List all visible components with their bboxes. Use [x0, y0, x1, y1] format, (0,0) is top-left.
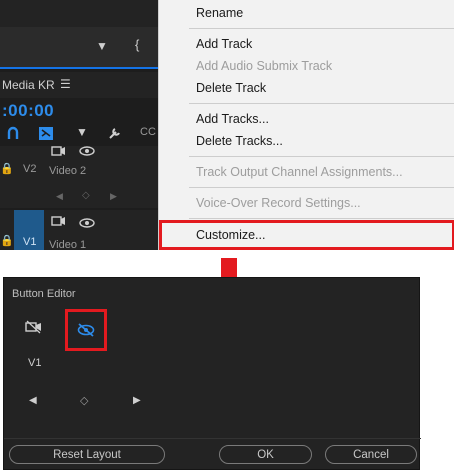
- snap-icon[interactable]: [6, 126, 20, 140]
- sync-lock-icon[interactable]: [51, 144, 67, 158]
- track-v2: 🔒 V2 Video 2 ◀ ◇ ▶: [0, 146, 158, 208]
- sequence-name[interactable]: Media KR: [2, 78, 55, 92]
- timeline-panel: ▼ { Media KR ☰ :00:00 ▼ CC 🔒 V2 Video 2: [0, 0, 158, 250]
- sync-lock-icon[interactable]: [25, 320, 43, 334]
- menu-item-add-track[interactable]: Add Track: [196, 37, 252, 51]
- menu-item-rename[interactable]: Rename: [196, 6, 243, 20]
- add-marker-icon[interactable]: ▼: [76, 125, 88, 139]
- panel-toolbar-strip: [0, 0, 158, 27]
- reset-layout-button[interactable]: Reset Layout: [9, 445, 165, 464]
- marker-icon[interactable]: ▼: [96, 39, 108, 53]
- prev-keyframe-icon[interactable]: ◀: [29, 395, 37, 406]
- cancel-button[interactable]: Cancel: [325, 445, 417, 464]
- add-keyframe-icon[interactable]: ◇: [80, 394, 88, 407]
- menu-separator: [189, 187, 454, 188]
- menu-item-add-audio-submix-track: Add Audio Submix Track: [196, 59, 333, 73]
- track-label: V1: [28, 357, 42, 369]
- menu-item-delete-tracks[interactable]: Delete Tracks...: [196, 134, 283, 148]
- track-id: V2: [23, 163, 37, 175]
- menu-item-add-tracks[interactable]: Add Tracks...: [196, 112, 269, 126]
- menu-item-delete-track[interactable]: Delete Track: [196, 81, 266, 95]
- playhead-timecode[interactable]: :00:00: [2, 101, 54, 121]
- footer-divider: [4, 438, 421, 439]
- menu-separator: [189, 218, 454, 219]
- track-context-menu: Rename Add Track Add Audio Submix Track …: [158, 0, 454, 250]
- timeline-tools: ▼ CC: [0, 124, 158, 144]
- menu-item-customize[interactable]: Customize...: [196, 228, 265, 242]
- next-keyframe-icon[interactable]: ▶: [110, 191, 117, 202]
- menu-separator: [189, 156, 454, 157]
- next-keyframe-icon[interactable]: ▶: [133, 395, 141, 406]
- ok-button[interactable]: OK: [219, 445, 312, 464]
- sync-lock-icon[interactable]: [51, 214, 67, 228]
- eye-icon[interactable]: [79, 145, 95, 157]
- menu-separator: [189, 103, 454, 104]
- track-v1: 🔒 V1 Video 1: [0, 210, 158, 250]
- menu-separator: [189, 28, 454, 29]
- dialog-title: Button Editor: [12, 288, 76, 300]
- panel-menu-icon[interactable]: ☰: [60, 77, 71, 91]
- lock-icon[interactable]: 🔒: [0, 162, 14, 175]
- track-id: V1: [23, 236, 37, 248]
- linked-selection-icon[interactable]: [38, 126, 54, 141]
- add-keyframe-icon[interactable]: ◇: [82, 190, 90, 201]
- eye-slash-icon[interactable]: [77, 323, 95, 337]
- lock-icon[interactable]: 🔒: [0, 234, 14, 247]
- captions-icon[interactable]: CC: [140, 126, 156, 138]
- eye-icon[interactable]: [79, 217, 95, 229]
- menu-item-track-output-channel-assignments: Track Output Channel Assignments...: [196, 165, 403, 179]
- bracket-icon[interactable]: {: [135, 37, 139, 52]
- panel-header-strip: ▼ {: [0, 27, 158, 69]
- track-name[interactable]: Video 1: [49, 239, 86, 250]
- track-name[interactable]: Video 2: [49, 165, 86, 177]
- prev-keyframe-icon[interactable]: ◀: [56, 191, 63, 202]
- wrench-icon[interactable]: [108, 126, 122, 140]
- menu-item-voice-over-record-settings: Voice-Over Record Settings...: [196, 196, 361, 210]
- button-editor-dialog: Button Editor V1 ◀ ◇ ▶ Reset Layout OK C…: [3, 277, 421, 470]
